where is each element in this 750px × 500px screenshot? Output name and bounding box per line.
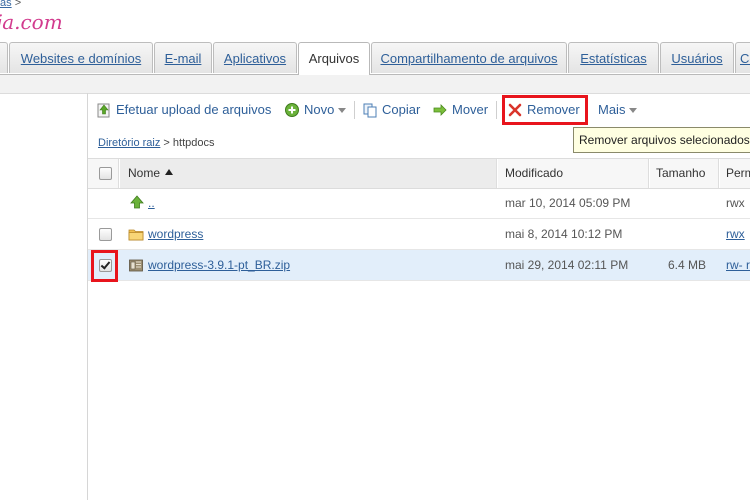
table-row-selected: wordpress-3.9.1-pt_BR.zip mai 29, 2014 0… [88, 250, 750, 281]
file-name-link[interactable]: wordpress-3.9.1-pt_BR.zip [148, 258, 290, 272]
breadcrumb-root-link[interactable]: Diretório raiz [98, 137, 160, 149]
select-all-checkbox[interactable] [99, 167, 112, 180]
permissions: rwx [726, 196, 745, 210]
tab-files[interactable]: Arquivos [298, 42, 370, 75]
copy-icon [363, 103, 377, 118]
tab-file-sharing[interactable]: Compartilhamento de arquivos [371, 42, 567, 73]
permissions-link[interactable]: rw- r [726, 258, 750, 272]
column-header-permissions[interactable]: Perm [726, 159, 750, 188]
column-header-name[interactable]: Nome [120, 159, 496, 188]
copy-button[interactable]: Copiar [362, 98, 420, 122]
toolbar-separator [354, 101, 355, 119]
directory-breadcrumb: Diretório raiz > httpdocs [98, 137, 215, 149]
brand-domain: ja.com [0, 10, 63, 34]
plus-circle-icon [285, 102, 299, 117]
toolbar-separator [496, 101, 497, 119]
tab-applications[interactable]: Aplicativos [213, 42, 297, 73]
table-row: wordpress mai 8, 2014 10:12 PM rwx [88, 219, 750, 250]
table-row: .. mar 10, 2014 05:09 PM rwx [88, 188, 750, 219]
breadcrumb-separator: > [163, 137, 170, 149]
remove-button-highlight [502, 95, 588, 125]
zip-archive-icon [129, 259, 143, 272]
file-size: 6.4 MB [668, 258, 707, 272]
tab-partial-right[interactable]: Co [735, 42, 750, 73]
tab-partial-left[interactable] [0, 42, 8, 73]
column-header-size[interactable]: Tamanho [656, 159, 705, 188]
main-tab-bar: Websites e domínios E-mail Aplicativos A… [0, 42, 750, 75]
upload-icon [97, 103, 110, 118]
chevron-down-icon [338, 108, 347, 114]
tab-email[interactable]: E-mail [154, 42, 212, 73]
modified-date: mar 10, 2014 05:09 PM [505, 196, 631, 210]
modified-date: mai 8, 2014 10:12 PM [505, 227, 623, 241]
parent-directory-link[interactable]: .. [148, 196, 155, 210]
top-breadcrumb-link[interactable]: as [0, 0, 12, 9]
column-header-modified[interactable]: Modificado [505, 159, 563, 188]
column-divider [496, 159, 498, 188]
column-divider [718, 159, 720, 188]
upload-files-button[interactable]: Efetuar upload de arquivos [96, 98, 271, 122]
breadcrumb-current: httpdocs [172, 137, 215, 149]
column-divider [648, 159, 650, 188]
sort-ascending-icon [165, 169, 174, 175]
more-menu-button[interactable]: Mais [598, 98, 638, 122]
parent-directory-icon [130, 195, 144, 209]
top-breadcrumb-separator: > [14, 0, 22, 9]
permissions-link[interactable]: rwx [726, 227, 745, 241]
tab-content-band [0, 75, 750, 94]
modified-date: mai 29, 2014 02:11 PM [505, 258, 629, 272]
tab-statistics[interactable]: Estatísticas [568, 42, 659, 73]
chevron-down-icon [629, 108, 638, 114]
remove-tooltip: Remover arquivos selecionados [573, 127, 750, 153]
tab-users[interactable]: Usuários [660, 42, 734, 73]
checkbox-highlight [91, 250, 118, 282]
new-menu-button[interactable]: Novo [284, 98, 347, 122]
folder-icon [128, 229, 144, 241]
top-breadcrumb: as > [0, 0, 21, 9]
file-table-header: Nome Modificado Tamanho Perm [88, 158, 750, 189]
left-panel-divider [87, 93, 88, 500]
arrow-right-icon [433, 103, 447, 116]
move-button[interactable]: Mover [432, 98, 488, 122]
row-checkbox[interactable] [99, 228, 112, 241]
file-name-link[interactable]: wordpress [148, 227, 203, 241]
tab-websites-domains[interactable]: Websites e domínios [9, 42, 153, 73]
